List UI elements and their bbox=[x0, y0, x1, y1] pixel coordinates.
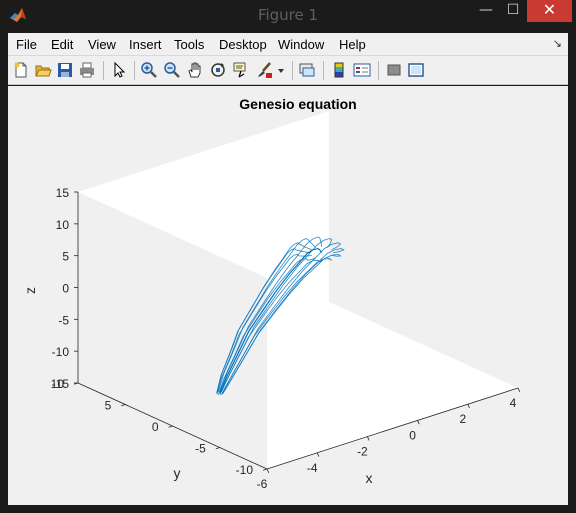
toolbar-separator bbox=[323, 61, 324, 80]
close-button[interactable]: ✕ bbox=[527, 0, 572, 22]
menu-edit[interactable]: Edit bbox=[51, 37, 73, 52]
save-icon[interactable] bbox=[56, 61, 74, 79]
toolbar-separator bbox=[292, 61, 293, 80]
colorbar-icon[interactable] bbox=[330, 61, 348, 79]
y-axis-tick-mark bbox=[215, 447, 220, 450]
x-axis-tick-label: -6 bbox=[257, 477, 268, 491]
data-cursor-icon[interactable] bbox=[232, 61, 250, 79]
y-axis-tick-label: 0 bbox=[152, 420, 159, 434]
menu-window[interactable]: Window bbox=[278, 37, 324, 52]
z-axis-tick-label: 15 bbox=[56, 186, 70, 200]
x-axis-tick-label: 2 bbox=[459, 412, 466, 426]
menu-overflow-icon[interactable]: ↘ bbox=[553, 37, 562, 50]
pointer-icon[interactable] bbox=[110, 61, 128, 79]
z-axis-tick-label: -15 bbox=[52, 377, 70, 391]
x-axis-tick-label: 0 bbox=[409, 428, 416, 442]
toolbar-separator bbox=[103, 61, 104, 80]
open-file-icon[interactable] bbox=[34, 61, 52, 79]
new-figure-icon[interactable] bbox=[12, 61, 30, 79]
menu-insert[interactable]: Insert bbox=[129, 37, 162, 52]
x-axis-tick-label: 4 bbox=[510, 396, 517, 410]
x-axis-tick-mark bbox=[316, 452, 320, 457]
minimize-button[interactable]: — bbox=[474, 0, 498, 22]
z-axis-tick-label: 10 bbox=[56, 218, 70, 232]
link-plot-icon[interactable] bbox=[298, 61, 316, 79]
y-axis-tick-label: -10 bbox=[236, 463, 254, 477]
x-axis-tick-mark bbox=[417, 420, 420, 425]
y-axis-tick-label: -5 bbox=[195, 442, 206, 456]
y-axis-tick-label: 5 bbox=[105, 399, 112, 413]
brush-dropdown-icon[interactable] bbox=[276, 61, 286, 79]
y-axis-tick-mark bbox=[121, 404, 126, 407]
z-axis-tick-label: -5 bbox=[58, 313, 69, 327]
x-axis-tick-label: -4 bbox=[307, 461, 318, 475]
x-axis-tick-mark bbox=[266, 468, 270, 473]
hide-plot-tools-icon[interactable] bbox=[385, 61, 403, 79]
pan-hand-icon[interactable] bbox=[186, 61, 204, 79]
rotate-3d-icon[interactable] bbox=[209, 61, 227, 79]
toolbar-separator bbox=[134, 61, 135, 80]
x-axis-tick-mark bbox=[517, 387, 521, 392]
print-icon[interactable] bbox=[78, 61, 96, 79]
maximize-button[interactable]: ☐ bbox=[500, 0, 526, 22]
legend-icon[interactable] bbox=[353, 61, 371, 79]
figure-canvas: -6 -4 -2 0 2 4 -10 -5 0 5 10 -15 -10 -5 0 5 10 15 Genesio… bbox=[8, 86, 568, 505]
menu-view[interactable]: View bbox=[88, 37, 116, 52]
y-axis-tick-mark bbox=[168, 425, 173, 428]
axes-background bbox=[78, 111, 518, 469]
x-axis-tick-mark bbox=[367, 436, 370, 441]
figure-window: Figure 1 — ☐ ✕ File Edit View Insert Too… bbox=[0, 0, 576, 513]
z-axis-tick-label: -10 bbox=[52, 345, 70, 359]
z-axis-tick-label: 0 bbox=[62, 282, 69, 296]
figure-toolbar bbox=[8, 55, 568, 85]
brush-icon[interactable] bbox=[255, 61, 273, 79]
toolbar-separator bbox=[378, 61, 379, 80]
show-plot-tools-icon[interactable] bbox=[407, 61, 425, 79]
y-axis-tick-mark bbox=[262, 468, 268, 471]
y-axis-label: y bbox=[174, 465, 181, 481]
menu-tools[interactable]: Tools bbox=[174, 37, 204, 52]
title-bar: Figure 1 — ☐ ✕ bbox=[0, 0, 576, 30]
zoom-in-icon[interactable] bbox=[140, 61, 158, 79]
plot-area[interactable]: -6-4-2024-10-50510-15-10-5051015 Genesio… bbox=[8, 86, 568, 505]
x-axis-tick-label: -2 bbox=[357, 445, 368, 459]
z-axis-tick-label: 5 bbox=[62, 250, 69, 264]
chart-title: Genesio equation bbox=[239, 96, 356, 112]
menu-file[interactable]: File bbox=[16, 37, 37, 52]
menu-desktop[interactable]: Desktop bbox=[219, 37, 267, 52]
z-axis-label: z bbox=[22, 287, 38, 294]
menu-help[interactable]: Help bbox=[339, 37, 366, 52]
x-axis-label: x bbox=[366, 470, 373, 486]
zoom-out-icon[interactable] bbox=[163, 61, 181, 79]
x-axis-tick-mark bbox=[467, 404, 470, 409]
menu-bar: File Edit View Insert Tools Desktop Wind… bbox=[8, 33, 568, 55]
